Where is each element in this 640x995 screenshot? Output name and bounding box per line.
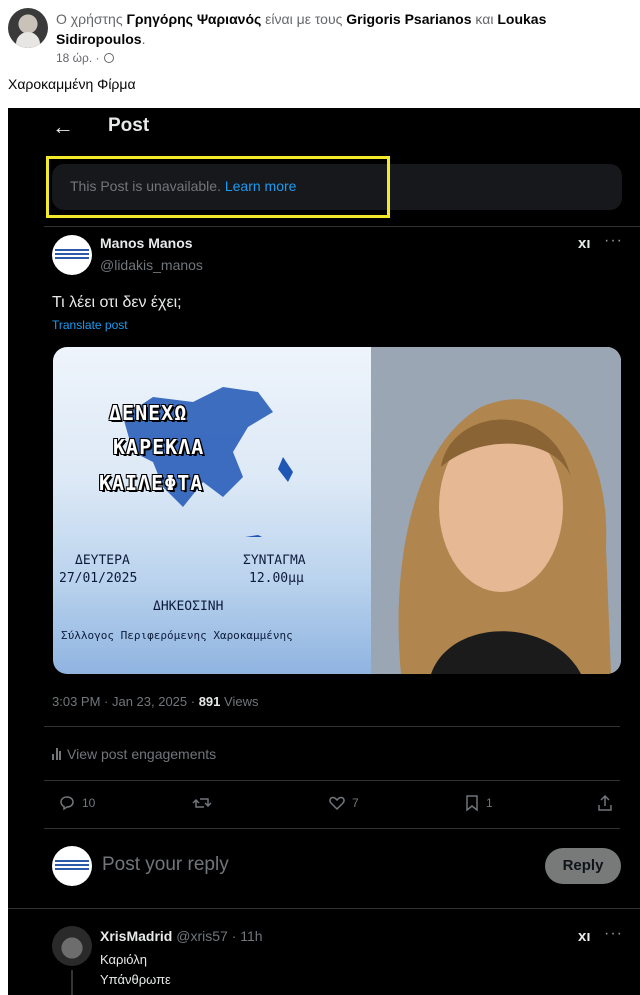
bookmark-count: 1 xyxy=(486,796,493,810)
poster-hour: 12.00μμ xyxy=(249,571,304,586)
avatar-graphic xyxy=(55,249,89,261)
tagged-user-1[interactable]: Grigoris Psarianos xyxy=(346,11,471,27)
divider xyxy=(44,726,620,727)
heart-icon xyxy=(329,796,345,811)
bookmark-icon xyxy=(466,795,478,812)
post-time[interactable]: 18 ώρ. · xyxy=(56,51,100,65)
poster-day: ΔΕΥΤΕΡΑ xyxy=(75,553,130,568)
like-action[interactable]: 7 xyxy=(328,794,359,812)
engagements-label: View post engagements xyxy=(67,746,217,762)
poster-line-2: ΚΑΡΕΚΛΑ xyxy=(113,435,205,459)
commenter-name[interactable]: XrisMadrid @xris57 · 11h xyxy=(100,928,263,944)
post-timestamp: 3:03 PM · Jan 23, 2025 · 891 Views xyxy=(52,694,258,709)
share-icon xyxy=(598,794,612,811)
translate-post-link[interactable]: Translate post xyxy=(52,318,128,332)
commenter-avatar[interactable] xyxy=(52,926,92,966)
analytics-icon xyxy=(52,748,61,760)
reply-action[interactable]: 10 xyxy=(58,794,95,812)
author-avatar[interactable] xyxy=(52,235,92,275)
post-meta: 18 ώρ. · xyxy=(56,51,114,65)
poster-event: ΔΗΚΕΟΣΙΝΗ xyxy=(153,599,224,614)
reply-count: 10 xyxy=(82,796,96,810)
attribution-prefix: Ο χρήστης xyxy=(56,11,127,27)
facebook-post-header: Ο χρήστης Γρηγόρης Ψαριανός είναι με του… xyxy=(0,0,640,110)
author-handle[interactable]: @lidakis_manos xyxy=(100,257,203,273)
views-count: 891 xyxy=(198,694,221,709)
commenter-display-name: XrisMadrid xyxy=(100,928,173,944)
post-attribution: Ο χρήστης Γρηγόρης Ψαριανός είναι με του… xyxy=(56,9,626,49)
more-options-icon[interactable]: ··· xyxy=(604,925,623,943)
like-count: 7 xyxy=(352,796,359,810)
current-user-avatar[interactable] xyxy=(52,846,92,886)
comment-line-2: Υπάνθρωπε xyxy=(100,972,171,987)
attribution-and: και xyxy=(471,11,498,27)
divider xyxy=(44,226,640,227)
post-text: Τι λέει οτι δεν έχει; xyxy=(52,294,182,311)
reply-button[interactable]: Reply xyxy=(545,848,621,884)
grok-icon[interactable]: xı xyxy=(578,928,591,945)
comment-text: Καριόλη Υπάνθρωπε xyxy=(100,950,171,990)
poster-org: Σύλλογος Περιφερόμενης Χαροκαμμένης xyxy=(61,629,293,642)
author-name[interactable]: Manos Manos xyxy=(100,235,193,251)
globe-icon xyxy=(103,53,114,63)
post-caption: Χαροκαμμένη Φίρμα xyxy=(8,76,136,92)
views-label: Views xyxy=(220,694,259,709)
attribution-with: είναι με τους xyxy=(261,11,347,27)
grok-icon[interactable]: xı xyxy=(578,235,591,252)
x-header-bar: ← Post xyxy=(8,108,640,148)
divider xyxy=(44,780,620,781)
attribution-period: . xyxy=(141,31,146,47)
back-arrow-icon[interactable]: ← xyxy=(52,114,74,140)
reply-input[interactable]: Post your reply xyxy=(102,854,229,876)
commenter-meta: @xris57 · 11h xyxy=(172,928,263,944)
thread-line xyxy=(71,970,73,995)
poster-date: 27/01/2025 xyxy=(59,571,138,586)
poster-place: ΣΥΝΤΑΓΜΑ xyxy=(243,553,306,568)
comment-line-1: Καριόλη xyxy=(100,952,148,967)
divider xyxy=(44,828,620,829)
post-actions: 10 7 1 xyxy=(8,794,640,818)
comment-icon xyxy=(60,796,74,811)
repost-icon xyxy=(192,798,212,808)
timestamp-text: 3:03 PM · Jan 23, 2025 · xyxy=(52,694,199,709)
poster-line-1: ΔΕΝΕΧΩ xyxy=(109,401,188,425)
woman-portrait-graphic xyxy=(371,347,621,674)
post-image[interactable]: ΔΕΝΕΧΩ ΚΑΡΕΚΛΑ ΚΑΙΛΕΦΤΑ ΔΕΥΤΕΡΑ 27/01/20… xyxy=(53,347,621,674)
bookmark-action[interactable]: 1 xyxy=(464,794,493,812)
divider xyxy=(8,908,640,909)
highlight-box xyxy=(46,156,390,218)
author-name-link[interactable]: Γρηγόρης Ψαριανός xyxy=(126,11,261,27)
more-options-icon[interactable]: ··· xyxy=(604,232,623,250)
share-action[interactable] xyxy=(596,794,614,812)
avatar-graphic xyxy=(55,860,89,872)
author-avatar[interactable] xyxy=(8,8,48,48)
view-engagements-link[interactable]: View post engagements xyxy=(52,746,216,762)
repost-action[interactable] xyxy=(192,794,212,812)
poster-line-3: ΚΑΙΛΕΦΤΑ xyxy=(99,471,204,495)
x-post-screenshot: ← Post This Post is unavailable. Learn m… xyxy=(8,108,640,995)
page-title: Post xyxy=(108,115,150,136)
